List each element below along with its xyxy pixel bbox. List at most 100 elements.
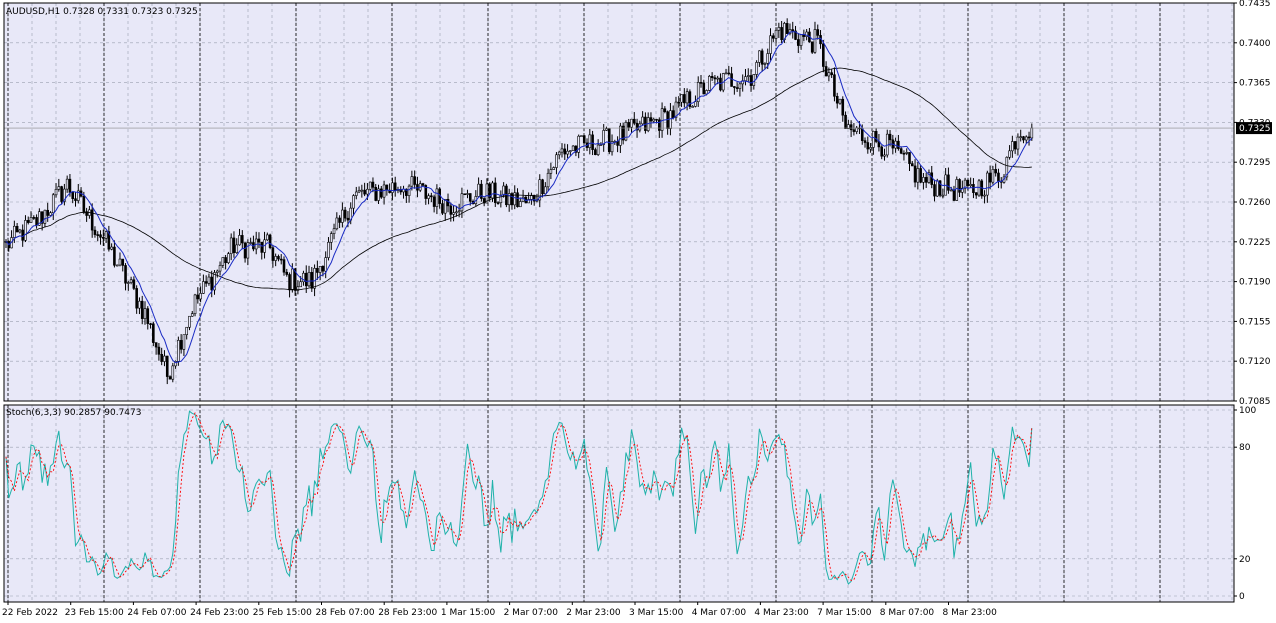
time-axis-label: 3 Mar 15:00: [629, 608, 684, 618]
candle-body: [518, 201, 522, 208]
candle-body: [218, 265, 222, 272]
candle-body: [641, 116, 644, 125]
candle-body: [897, 140, 900, 149]
candle-body: [557, 151, 561, 156]
candle-body: [785, 23, 789, 34]
candle-body: [910, 163, 914, 167]
candle-body: [941, 194, 945, 197]
candle-body: [168, 376, 172, 380]
candle-body: [491, 182, 494, 199]
candle-body: [13, 225, 16, 238]
time-axis-label: 24 Feb 23:00: [190, 608, 249, 618]
candle-body: [680, 94, 683, 103]
candle-body: [988, 172, 992, 183]
candle-body: [657, 119, 661, 131]
candle-body: [274, 256, 277, 261]
candle-body: [552, 167, 555, 170]
candle-body: [771, 35, 775, 39]
candle-body: [1022, 136, 1025, 141]
stochastic-axis-label: 0: [1239, 592, 1245, 602]
candle-body: [605, 128, 608, 131]
candle-body: [318, 265, 322, 273]
time-axis-label: 4 Mar 07:00: [692, 608, 747, 618]
candle-body: [694, 101, 697, 107]
candle-body: [827, 72, 831, 77]
candle-body: [596, 144, 600, 155]
candle-body: [232, 237, 236, 253]
candle-body: [866, 142, 870, 150]
candle-body: [146, 308, 150, 324]
candle-body: [93, 229, 97, 235]
candle-body: [571, 145, 575, 151]
time-axis-label: 28 Feb 23:00: [378, 608, 437, 618]
candle-body: [591, 134, 594, 150]
candle-body: [202, 281, 205, 294]
candle-body: [246, 242, 250, 259]
stochastic-axis: 100 80 20 0: [1234, 406, 1256, 602]
candle-body: [685, 91, 689, 104]
candle-body: [182, 334, 186, 350]
candle-body: [986, 172, 989, 196]
candle-body: [113, 246, 116, 266]
candle-body: [193, 294, 197, 314]
candle-body: [163, 355, 166, 362]
candle-body: [221, 257, 225, 266]
candle-body: [435, 188, 439, 207]
candle: [421, 182, 425, 187]
candle-body: [413, 176, 416, 185]
candle-body: [652, 118, 656, 122]
candle-body: [374, 187, 378, 201]
candle-body: [18, 229, 22, 233]
candle-body: [277, 256, 280, 260]
candle: [624, 120, 628, 142]
candle-body: [29, 217, 33, 223]
candle-body: [922, 177, 925, 183]
candle-body: [580, 135, 583, 137]
candle-body: [332, 228, 336, 234]
candle-body: [791, 29, 795, 32]
candle-body: [505, 185, 508, 206]
candle-body: [26, 220, 30, 223]
candle-body: [660, 108, 664, 131]
candle-body: [149, 323, 152, 325]
candle-body: [304, 272, 308, 287]
candle-body: [1016, 136, 1020, 150]
time-axis-label: 25 Feb 15:00: [253, 608, 312, 618]
candle-body: [702, 82, 706, 95]
candle: [115, 264, 119, 267]
candle-body: [496, 202, 500, 204]
candle-body: [582, 135, 586, 144]
candle-body: [824, 66, 828, 77]
candle-body: [341, 209, 344, 223]
price-axis-label: 0.7155: [1239, 317, 1271, 327]
candle-body: [210, 276, 214, 291]
candle-body: [619, 125, 622, 146]
candle-body: [99, 234, 102, 238]
candle-body: [140, 300, 144, 319]
candle-body: [21, 229, 24, 241]
candle-body: [607, 128, 611, 153]
candle-body: [733, 86, 736, 88]
candle-body: [872, 131, 875, 148]
candle-body: [32, 217, 36, 219]
time-axis-label: 24 Feb 07:00: [127, 608, 186, 618]
candle-body: [616, 141, 619, 146]
candle-body: [138, 300, 141, 309]
candle-body: [738, 83, 742, 89]
candle-body: [207, 276, 211, 284]
candle-body: [324, 257, 328, 272]
candle-body: [874, 131, 878, 142]
candle-body: [35, 217, 38, 226]
candle-body: [171, 365, 175, 380]
candle-body: [796, 39, 800, 46]
candle-body: [110, 246, 113, 250]
candle-body: [835, 96, 839, 104]
candle-body: [357, 190, 361, 193]
candle-body: [190, 313, 194, 317]
candle-body: [321, 265, 325, 272]
candle-body: [935, 180, 939, 197]
candle-body: [799, 34, 803, 46]
candle-body: [346, 217, 350, 221]
time-axis-label: 7 Mar 15:00: [817, 608, 872, 618]
candle-body: [154, 342, 158, 348]
